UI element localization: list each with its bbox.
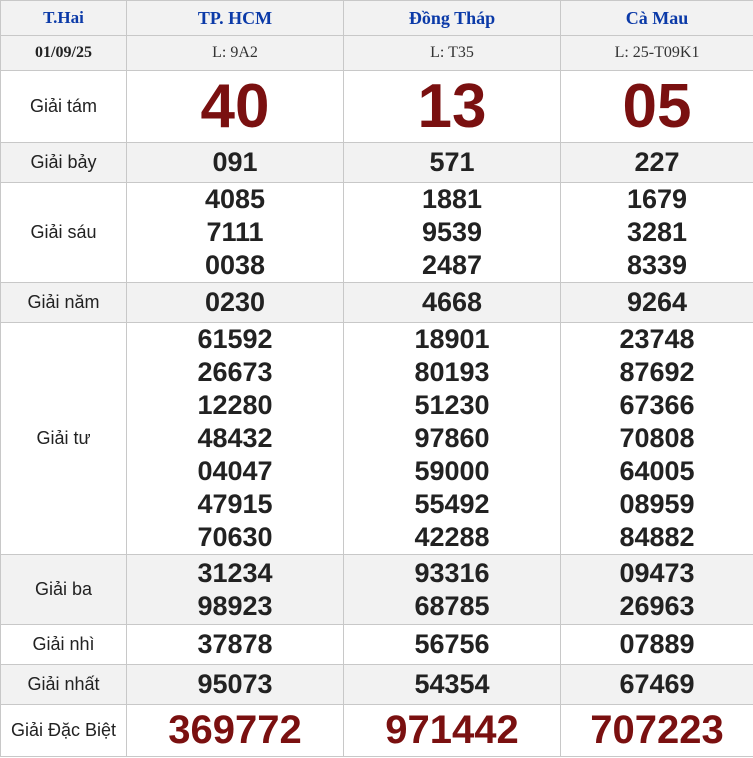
province-ca-mau[interactable]: Cà Mau [560,0,753,36]
ticket-code-ca-mau: L: 25-T09K1 [560,35,753,71]
prize-label-g1: Giải nhất [0,664,127,705]
prize-g1-ca-mau: 67469 [560,664,753,705]
prize-label-g3: Giải ba [0,554,127,625]
header-row: T.Hai TP. HCM Đồng Tháp Cà Mau [0,0,753,36]
prize-row-g3: Giải ba 31234 98923 93316 68785 09473 26… [0,554,753,625]
prize-row-g8: Giải tám 40 13 05 [0,70,753,143]
prize-g7-ca-mau: 227 [560,142,753,183]
number-item: 87692 [619,357,695,387]
prize-g8-ca-mau: 05 [560,70,753,143]
number-item: 97860 [414,423,490,453]
number-item: 64005 [619,456,695,486]
prize-g1-hcm: 95073 [126,664,344,705]
number-item: 9539 [421,217,483,247]
prize-g3-hcm: 31234 98923 [126,554,344,625]
province-hcm[interactable]: TP. HCM [126,0,344,36]
province-dong-thap[interactable]: Đồng Tháp [343,0,561,36]
number-item: 42288 [414,522,490,552]
prize-row-special: Giải Đặc Biệt 369772 971442 707223 [0,704,753,757]
number-item: 51230 [414,390,490,420]
number-item: 4085 [204,184,266,214]
number-item: 93316 [414,557,490,588]
ticket-code-dong-thap: L: T35 [343,35,561,71]
number-item: 26963 [619,590,695,621]
prize-label-g4: Giải tư [0,322,127,555]
number-item: 8339 [626,250,688,280]
prize-g4-hcm: 61592 26673 12280 48432 04047 47915 7063… [126,322,344,555]
prize-g2-hcm: 37878 [126,624,344,665]
prize-g6-hcm: 4085 7111 0038 [126,182,344,283]
prize-g1-dong-thap: 54354 [343,664,561,705]
number-item: 98923 [197,590,273,621]
number-item: 04047 [197,456,273,486]
prize-row-g4: Giải tư 61592 26673 12280 48432 04047 47… [0,322,753,555]
prize-g4-ca-mau: 23748 87692 67366 70808 64005 08959 8488… [560,322,753,555]
number-item: 1881 [421,184,483,214]
prize-label-g6: Giải sáu [0,182,127,283]
number-item: 3281 [626,217,688,247]
number-item: 84882 [619,522,695,552]
number-item: 67366 [619,390,695,420]
number-item: 61592 [197,324,273,354]
number-item: 1679 [626,184,688,214]
prize-special-hcm: 369772 [126,704,344,757]
number-item: 47915 [197,489,273,519]
prize-special-dong-thap: 971442 [343,704,561,757]
number-item: 55492 [414,489,490,519]
prize-label-g5: Giải năm [0,282,127,323]
number-item: 12280 [197,390,273,420]
prize-g8-hcm: 40 [126,70,344,143]
number-item: 0038 [204,250,266,280]
prize-g5-dong-thap: 4668 [343,282,561,323]
prize-g4-dong-thap: 18901 80193 51230 97860 59000 55492 4228… [343,322,561,555]
meta-row: 01/09/25 L: 9A2 L: T35 L: 25-T09K1 [0,35,753,71]
number-item: 70630 [197,522,273,552]
ticket-code-hcm: L: 9A2 [126,35,344,71]
prize-g8-dong-thap: 13 [343,70,561,143]
number-item: 2487 [421,250,483,280]
prize-row-g6: Giải sáu 4085 7111 0038 1881 9539 2487 1… [0,182,753,283]
prize-g2-dong-thap: 56756 [343,624,561,665]
number-item: 31234 [197,557,273,588]
prize-row-g5: Giải năm 0230 4668 9264 [0,282,753,323]
number-item: 48432 [197,423,273,453]
lottery-results-table: T.Hai TP. HCM Đồng Tháp Cà Mau 01/09/25 … [0,0,753,757]
prize-row-g2: Giải nhì 37878 56756 07889 [0,624,753,665]
prize-label-g8: Giải tám [0,70,127,143]
number-item: 26673 [197,357,273,387]
draw-date: 01/09/25 [0,35,127,71]
number-item: 80193 [414,357,490,387]
prize-g6-dong-thap: 1881 9539 2487 [343,182,561,283]
prize-g2-ca-mau: 07889 [560,624,753,665]
prize-row-g1: Giải nhất 95073 54354 67469 [0,664,753,705]
number-item: 23748 [619,324,695,354]
prize-special-ca-mau: 707223 [560,704,753,757]
prize-g3-dong-thap: 93316 68785 [343,554,561,625]
prize-g6-ca-mau: 1679 3281 8339 [560,182,753,283]
prize-label-g2: Giải nhì [0,624,127,665]
number-item: 08959 [619,489,695,519]
number-item: 7111 [206,217,264,247]
prize-g7-hcm: 091 [126,142,344,183]
number-item: 09473 [619,557,695,588]
prize-g3-ca-mau: 09473 26963 [560,554,753,625]
prize-g7-dong-thap: 571 [343,142,561,183]
prize-g5-ca-mau: 9264 [560,282,753,323]
number-item: 59000 [414,456,490,486]
number-item: 70808 [619,423,695,453]
prize-label-g7: Giải bảy [0,142,127,183]
prize-label-special: Giải Đặc Biệt [0,704,127,757]
number-item: 68785 [414,590,490,621]
prize-g5-hcm: 0230 [126,282,344,323]
weekday-label: T.Hai [0,0,127,36]
number-item: 18901 [414,324,490,354]
prize-row-g7: Giải bảy 091 571 227 [0,142,753,183]
